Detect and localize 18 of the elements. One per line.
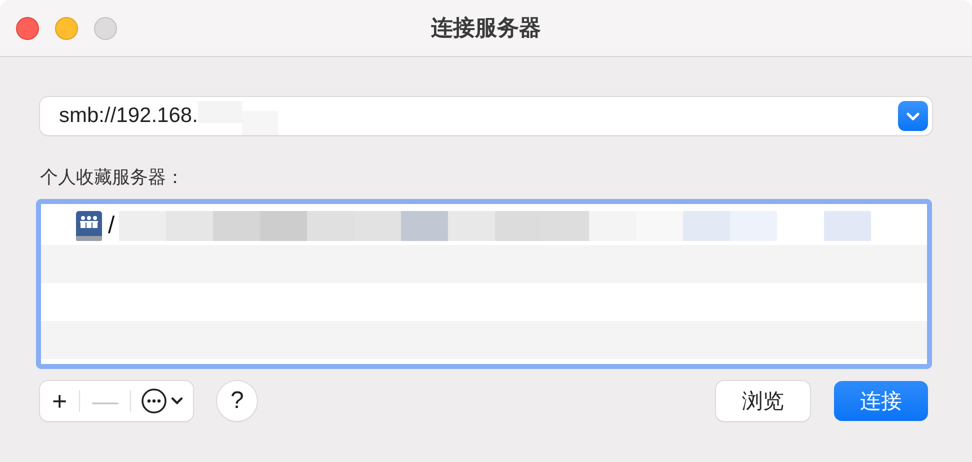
server-address-field[interactable]: smb://192.168. xyxy=(40,97,932,135)
add-button[interactable]: + xyxy=(40,381,80,421)
close-button[interactable] xyxy=(16,16,39,40)
more-icon xyxy=(141,388,168,414)
server-row[interactable]: / xyxy=(41,207,927,245)
server-path: / xyxy=(108,212,115,240)
dropdown-button[interactable] xyxy=(898,101,928,131)
minimize-button[interactable] xyxy=(55,16,78,40)
favorites-list[interactable]: / xyxy=(36,199,932,369)
help-button[interactable]: ? xyxy=(217,381,258,421)
list-actions-control[interactable]: + — xyxy=(40,381,194,421)
chevron-down-icon xyxy=(171,397,184,405)
connect-button[interactable]: 连接 xyxy=(834,381,928,421)
favorites-label: 个人收藏服务器： xyxy=(40,166,184,189)
chevron-down-icon xyxy=(906,112,920,120)
browse-button[interactable]: 浏览 xyxy=(716,381,810,421)
network-drive-icon xyxy=(74,210,104,242)
window-title: 连接服务器 xyxy=(431,15,541,40)
